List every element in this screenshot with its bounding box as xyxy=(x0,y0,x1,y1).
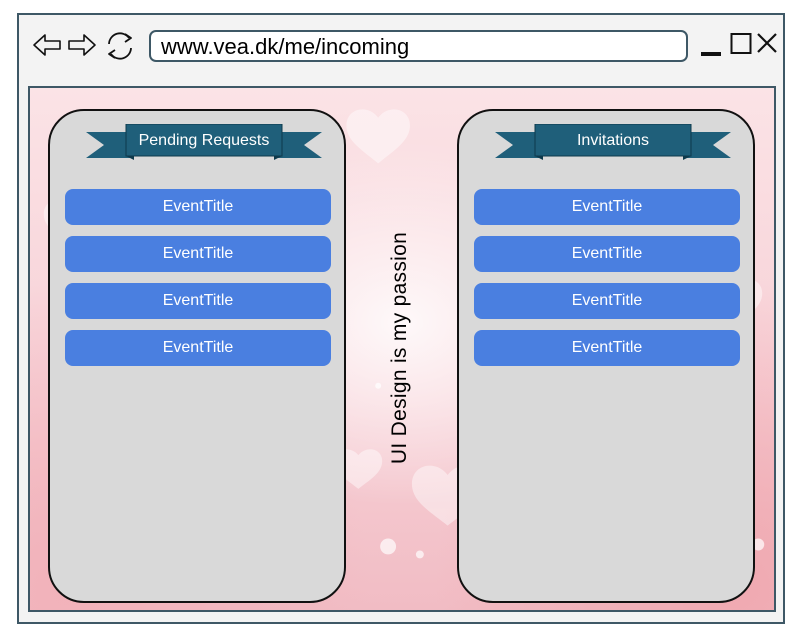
pending-requests-title: Pending Requests xyxy=(138,132,270,149)
forward-icon[interactable] xyxy=(67,32,97,58)
invitation-event-button[interactable]: EventTitle xyxy=(474,189,740,225)
invitation-event-button[interactable]: EventTitle xyxy=(474,283,740,319)
pending-event-button[interactable]: EventTitle xyxy=(65,189,331,225)
invitations-panel: Invitations EventTitle EventTitle EventT… xyxy=(457,109,755,603)
pending-event-button[interactable]: EventTitle xyxy=(65,236,331,272)
invitation-event-button[interactable]: EventTitle xyxy=(474,330,740,366)
minimize-icon[interactable] xyxy=(700,31,724,64)
pending-event-button[interactable]: EventTitle xyxy=(65,283,331,319)
refresh-icon[interactable] xyxy=(103,29,137,63)
back-icon[interactable] xyxy=(32,32,62,58)
maximize-icon[interactable] xyxy=(730,31,754,64)
browser-toolbar: www.vea.dk/me/incoming xyxy=(19,15,783,79)
address-bar[interactable]: www.vea.dk/me/incoming xyxy=(149,30,688,62)
invitations-ribbon: Invitations xyxy=(495,124,731,164)
page-content: Pending Requests EventTitle EventTitle E… xyxy=(28,86,776,612)
close-icon[interactable] xyxy=(756,31,780,64)
pending-requests-list: EventTitle EventTitle EventTitle EventTi… xyxy=(65,189,331,377)
pending-requests-ribbon: Pending Requests xyxy=(86,124,322,164)
invitations-list: EventTitle EventTitle EventTitle EventTi… xyxy=(474,189,740,377)
tagline: UI Design is my passion xyxy=(388,231,411,465)
invitation-event-button[interactable]: EventTitle xyxy=(474,236,740,272)
invitations-title: Invitations xyxy=(576,132,650,149)
pending-event-button[interactable]: EventTitle xyxy=(65,330,331,366)
browser-window: www.vea.dk/me/incoming Pending Requests … xyxy=(17,13,785,624)
pending-requests-panel: Pending Requests EventTitle EventTitle E… xyxy=(48,109,346,603)
